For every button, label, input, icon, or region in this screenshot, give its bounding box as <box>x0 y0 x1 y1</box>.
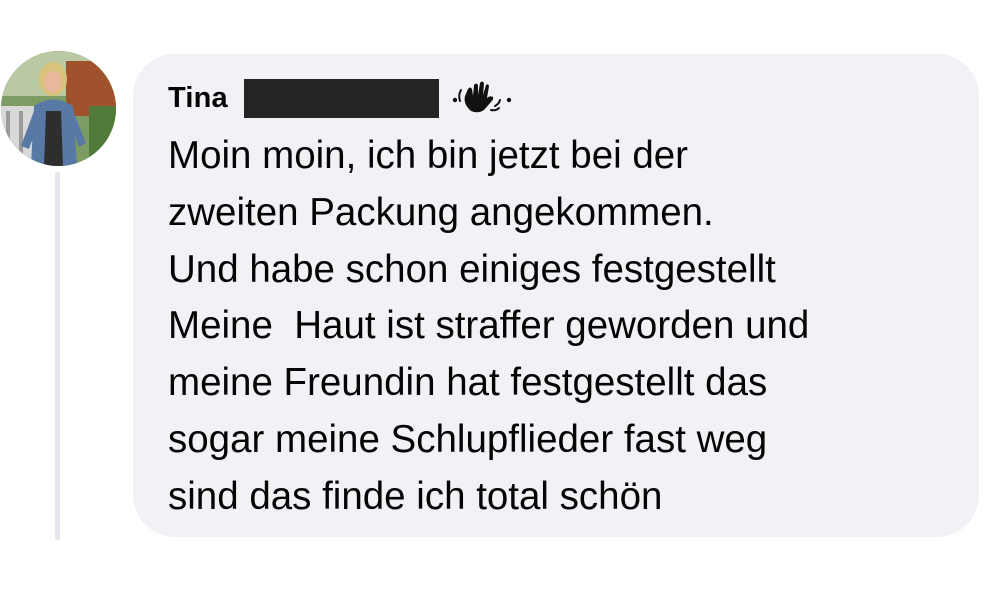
author-avatar[interactable] <box>1 51 116 166</box>
redacted-surname <box>243 78 439 118</box>
comment-line: Meine Haut ist straffer geworden und <box>168 304 810 348</box>
waving-hand-icon[interactable] <box>449 80 515 116</box>
comment-line: meine Freundin hat festgestellt das <box>168 361 768 405</box>
comment-line: zweiten Packung angekommen. <box>168 190 714 234</box>
reply-thread-line <box>55 172 60 540</box>
author-name[interactable]: Tina <box>168 82 228 115</box>
comment-text: Moin moin, ich bin jetzt bei der zweiten… <box>168 128 968 526</box>
comment-line: Moin moin, ich bin jetzt bei der <box>168 134 688 177</box>
comment-line: sind das finde ich total schön <box>168 474 663 518</box>
comment-header: Tina <box>168 78 515 118</box>
profile-photo <box>1 51 116 166</box>
comment-line: sogar meine Schlupflieder fast weg <box>168 417 768 461</box>
comment-line: Und habe schon einiges festgestellt <box>168 247 776 291</box>
